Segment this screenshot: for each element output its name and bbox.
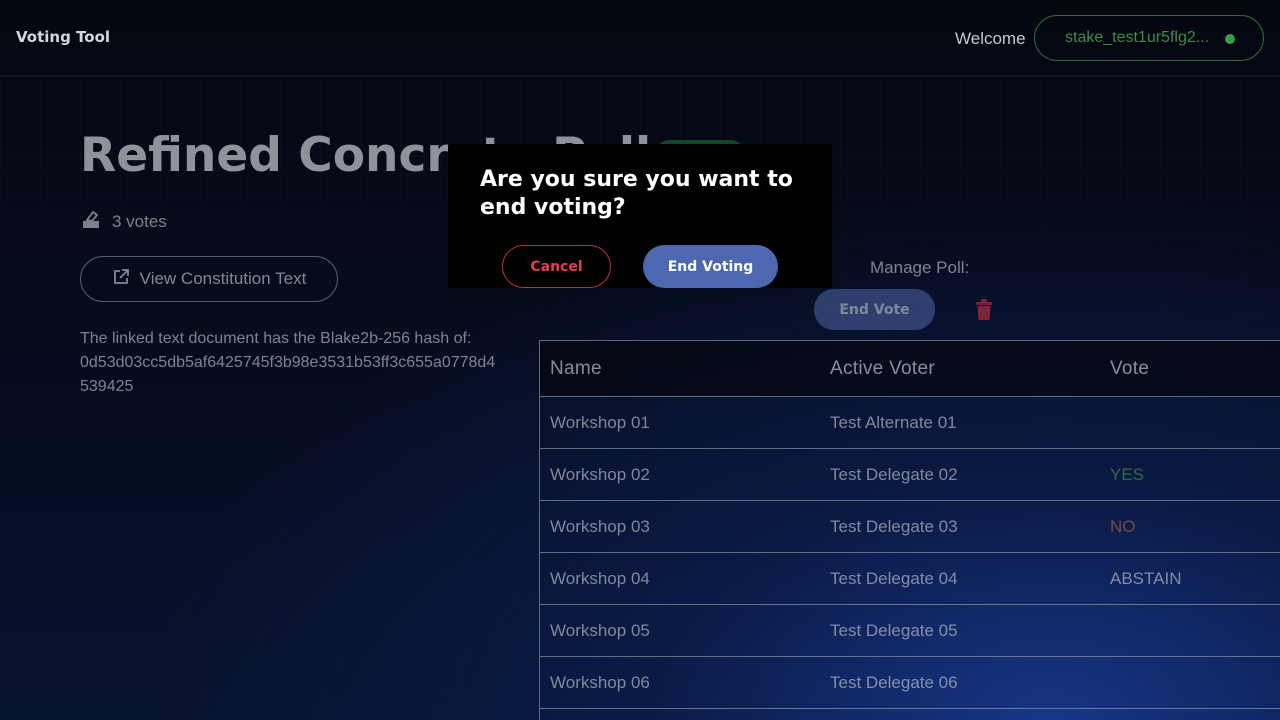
end-voting-confirm-dialog: Are you sure you want to end voting? Can… bbox=[448, 144, 832, 288]
row-name: Workshop 06 bbox=[550, 672, 650, 692]
column-header-name[interactable]: Name bbox=[550, 358, 602, 380]
view-constitution-button[interactable]: View Constitution Text bbox=[80, 256, 338, 302]
hash-value-line-1: 0d53d03cc5db5af6425745f3b98e3531b53ff3c6… bbox=[80, 354, 496, 371]
manage-poll-label: Manage Poll: bbox=[870, 258, 970, 277]
end-voting-button[interactable]: End Voting bbox=[643, 245, 778, 288]
table-row: Workshop 03 Test Delegate 03 NO bbox=[540, 501, 1280, 553]
end-vote-button[interactable]: End Vote bbox=[814, 289, 935, 330]
table-header: Name Active Voter Vote bbox=[540, 341, 1280, 397]
voters-table: Name Active Voter Vote Workshop 01 Test … bbox=[539, 340, 1280, 720]
page-content: Refined Concrete Poll 3 votes View Const… bbox=[0, 0, 1280, 720]
cancel-button[interactable]: Cancel bbox=[502, 245, 611, 288]
row-vote: YES bbox=[1110, 464, 1145, 484]
table-row: Workshop 05 Test Delegate 05 bbox=[540, 605, 1280, 657]
row-name: Workshop 01 bbox=[550, 412, 650, 432]
row-voter: Test Alternate 01 bbox=[830, 412, 957, 432]
external-link-icon bbox=[112, 268, 130, 291]
row-voter: Test Delegate 02 bbox=[830, 464, 958, 484]
vote-count-text: 3 votes bbox=[112, 211, 167, 231]
table-row: Workshop 06 Test Delegate 06 bbox=[540, 657, 1280, 709]
row-voter: Test Delegate 03 bbox=[830, 516, 958, 536]
dialog-title: Are you sure you want to end voting? bbox=[480, 167, 793, 220]
column-header-active-voter[interactable]: Active Voter bbox=[830, 358, 935, 380]
row-name: Workshop 03 bbox=[550, 516, 650, 536]
table-row: Workshop 04 Test Delegate 04 ABSTAIN bbox=[540, 553, 1280, 605]
row-name: Workshop 05 bbox=[550, 620, 650, 640]
row-name: Workshop 02 bbox=[550, 464, 650, 484]
trash-icon[interactable] bbox=[974, 299, 994, 326]
ballot-icon bbox=[80, 209, 102, 234]
row-voter: Test Delegate 05 bbox=[830, 620, 958, 640]
row-voter: Test Delegate 04 bbox=[830, 568, 958, 588]
table-row: Workshop 02 Test Delegate 02 YES bbox=[540, 449, 1280, 501]
row-vote: NO bbox=[1110, 516, 1136, 536]
row-vote: ABSTAIN bbox=[1110, 568, 1182, 588]
view-constitution-label: View Constitution Text bbox=[139, 269, 307, 288]
row-voter: Test Delegate 06 bbox=[830, 672, 958, 692]
hash-description: The linked text document has the Blake2b… bbox=[80, 330, 472, 347]
vote-count: 3 votes bbox=[80, 209, 167, 234]
column-header-vote[interactable]: Vote bbox=[1110, 358, 1149, 380]
hash-info: The linked text document has the Blake2b… bbox=[80, 327, 550, 399]
hash-value-line-2: 539425 bbox=[80, 378, 134, 395]
row-name: Workshop 04 bbox=[550, 568, 650, 588]
table-row: Workshop 01 Test Alternate 01 bbox=[540, 397, 1280, 449]
